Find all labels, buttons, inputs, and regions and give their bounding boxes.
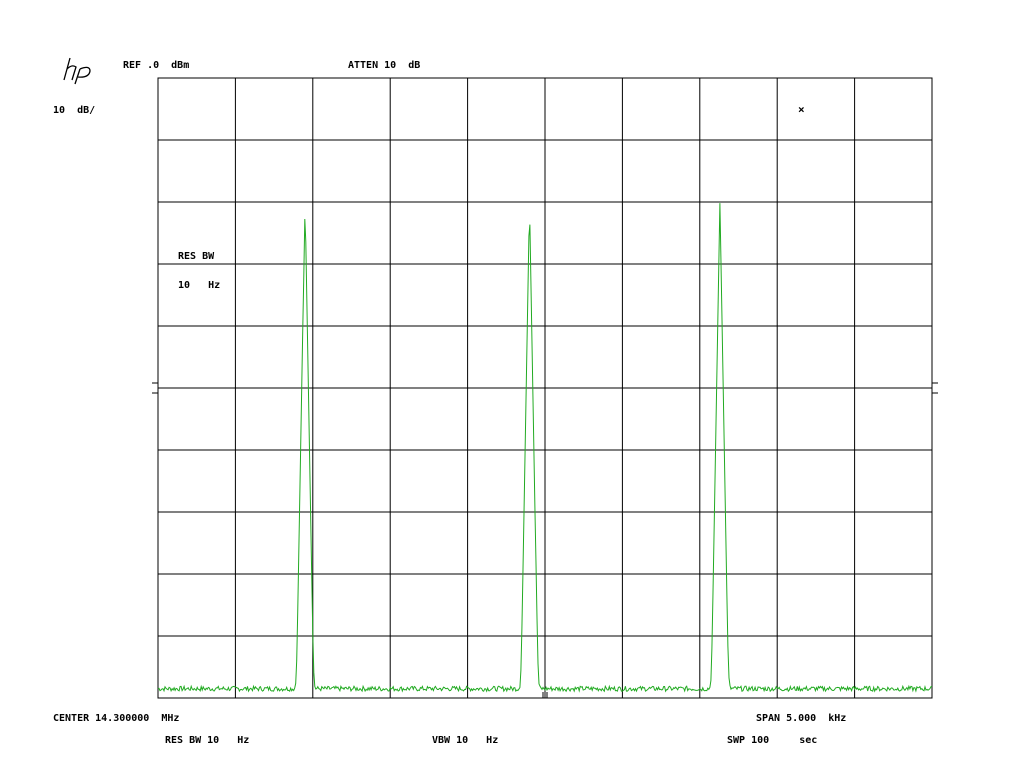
- graticule: [157, 77, 933, 699]
- spectrum-plot: [152, 77, 938, 699]
- res-bw-footer-label: RES BW 10 Hz: [165, 735, 250, 746]
- attenuation-label: ATTEN 10 dB: [348, 60, 421, 71]
- vbw-label: VBW 10 Hz: [432, 735, 499, 746]
- center-frequency-label: CENTER 14.300000 MHz: [53, 713, 180, 724]
- marker-icon: ×: [798, 103, 805, 116]
- hp-logo: [63, 57, 91, 85]
- scale-label: 10 dB/: [53, 105, 96, 116]
- res-bw-value: 10 Hz: [178, 280, 221, 291]
- res-bw-title: RES BW: [178, 251, 215, 262]
- sweep-time-label: SWP 100 sec: [727, 735, 818, 746]
- ref-level-label: REF .0 dBm: [123, 60, 190, 71]
- span-label: SPAN 5.000 kHz: [756, 713, 847, 724]
